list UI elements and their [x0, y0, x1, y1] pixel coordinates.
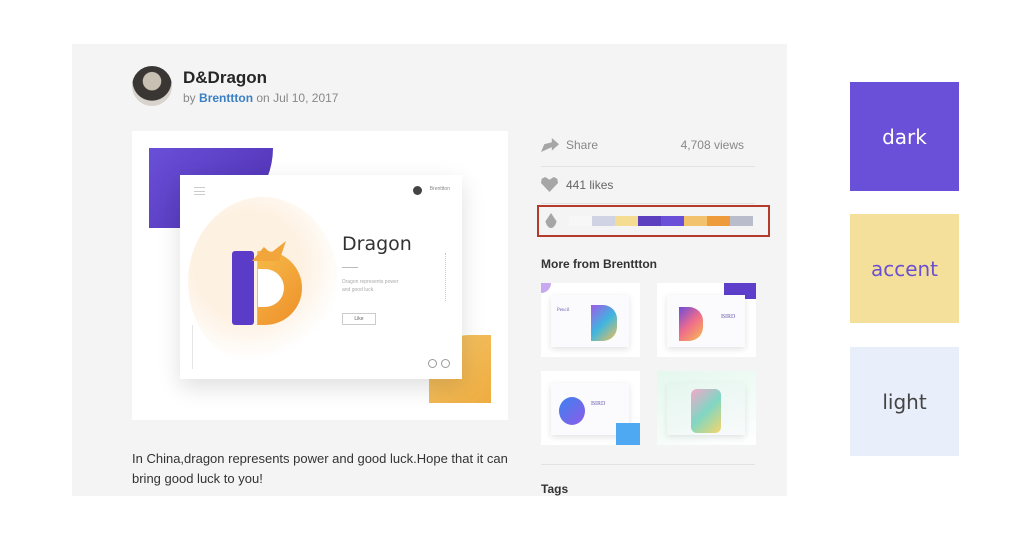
byline: by Brenttton on Jul 10, 2017: [183, 91, 338, 105]
tags-divider: [541, 464, 755, 465]
thumbnail-text: BIRD: [591, 401, 606, 407]
palette-swatch[interactable]: [569, 216, 592, 226]
thumbnail-text: BIRD: [721, 314, 736, 320]
share-icon[interactable]: [541, 138, 559, 152]
heart-icon[interactable]: [541, 177, 558, 192]
author-link[interactable]: Brenttton: [199, 91, 253, 105]
share-row: Share 4,708 views: [541, 137, 755, 167]
palette-swatches: [569, 216, 753, 226]
mockup-pagination: [445, 253, 448, 301]
by-label: by: [183, 91, 196, 105]
dark-color-label: dark: [882, 124, 927, 149]
views-count: 4,708 views: [680, 138, 744, 152]
mockup-side-label: [192, 325, 196, 369]
shot-panel: D&Dragon by Brenttton on Jul 10, 2017 Br…: [72, 44, 787, 496]
mockup-card: Brenttton Dragon Dragon represents power…: [180, 175, 462, 379]
palette-swatch[interactable]: [638, 216, 661, 226]
palette-swatch[interactable]: [730, 216, 753, 226]
shot-description: In China,dragon represents power and goo…: [132, 451, 508, 486]
mockup-user: Brenttton: [429, 186, 450, 192]
color-drop-icon: [545, 213, 557, 228]
mockup-title: Dragon: [342, 233, 412, 255]
light-color-label: light: [882, 389, 927, 414]
related-shot-thumbnail[interactable]: [657, 371, 756, 445]
mockup-like-button: Like: [342, 313, 376, 325]
shot-title: D&Dragon: [183, 68, 268, 87]
related-shot-thumbnail[interactable]: BIRD: [657, 283, 756, 357]
palette-swatch[interactable]: [707, 216, 730, 226]
accent-color-card: accent: [850, 214, 959, 323]
related-shot-thumbnail[interactable]: Pencil: [541, 283, 640, 357]
shot-image[interactable]: Brenttton Dragon Dragon represents power…: [132, 131, 508, 420]
accent-color-label: accent: [870, 256, 939, 281]
shot-date: Jul 10, 2017: [273, 91, 339, 105]
prev-arrow-icon: [428, 359, 437, 368]
menu-icon: [194, 187, 205, 195]
mockup-avatar: [413, 186, 422, 195]
palette-swatch[interactable]: [615, 216, 638, 226]
palette-swatch[interactable]: [684, 216, 707, 226]
dark-color-card: dark: [850, 82, 959, 191]
share-button[interactable]: Share: [566, 138, 598, 152]
color-palette: [537, 205, 770, 237]
likes-row: 441 likes: [541, 174, 755, 204]
mockup-description: Dragon represents power and good luck.: [342, 279, 399, 293]
thumbnail-text: Pencil: [557, 308, 570, 313]
palette-swatch[interactable]: [661, 216, 684, 226]
on-label: on: [256, 91, 270, 105]
related-shot-thumbnail[interactable]: BIRD: [541, 371, 640, 445]
palette-swatch[interactable]: [592, 216, 615, 226]
tags-heading: Tags: [541, 482, 569, 496]
next-arrow-icon: [441, 359, 450, 368]
dragon-logo-icon: [232, 241, 304, 325]
more-from-heading: More from Brenttton: [541, 257, 657, 271]
author-avatar[interactable]: [132, 66, 172, 106]
light-color-card: light: [850, 347, 959, 456]
likes-count[interactable]: 441 likes: [566, 178, 613, 192]
mockup-divider: [342, 267, 358, 268]
